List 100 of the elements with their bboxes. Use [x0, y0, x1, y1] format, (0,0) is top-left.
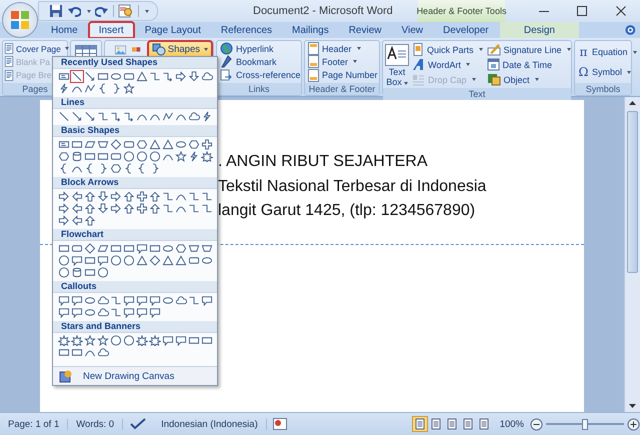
- rectangle-shape-icon[interactable]: [84, 267, 96, 278]
- ribbon-tab[interactable]: Page Layout: [136, 22, 210, 38]
- ribbon-button[interactable]: Date & Time: [486, 58, 571, 71]
- callout-shape-icon[interactable]: [174, 335, 186, 346]
- triangle-shape-icon[interactable]: [174, 255, 186, 266]
- elbow-connector-shape-icon[interactable]: [200, 203, 212, 214]
- triangle-shape-icon[interactable]: [162, 139, 174, 150]
- oval-shape-icon[interactable]: [84, 307, 96, 318]
- ribbon-tab[interactable]: Design: [500, 22, 580, 38]
- up-arrow-shape-icon[interactable]: [148, 191, 160, 202]
- oval-shape-icon[interactable]: [162, 243, 174, 254]
- ribbon-button[interactable]: Quick Parts: [412, 43, 483, 56]
- scrollbar[interactable]: [624, 97, 640, 412]
- callout-shape-icon[interactable]: [70, 307, 82, 318]
- ribbon-button[interactable]: Object: [486, 73, 571, 86]
- elbow-connector-shape-icon[interactable]: [162, 203, 174, 214]
- text-box-shape-icon[interactable]: [58, 139, 70, 150]
- down-arrow-shape-icon[interactable]: [96, 191, 108, 202]
- line-shape-icon[interactable]: [70, 71, 82, 82]
- zoom-level[interactable]: 100%: [500, 418, 524, 430]
- elbow-connector-shape-icon[interactable]: [188, 191, 200, 202]
- circle-shape-icon[interactable]: [136, 151, 148, 162]
- oval-shape-icon[interactable]: [174, 139, 186, 150]
- cloud-shape-icon[interactable]: [200, 71, 212, 82]
- ribbon-tab[interactable]: Home: [42, 22, 87, 38]
- triangle-shape-icon[interactable]: [136, 71, 148, 82]
- help-icon[interactable]: [625, 24, 636, 36]
- elbow-connector-shape-icon[interactable]: [110, 307, 122, 318]
- ribbon-tab[interactable]: References: [212, 22, 282, 38]
- circle-shape-icon[interactable]: [110, 335, 122, 346]
- hexagon-shape-icon[interactable]: [58, 151, 70, 162]
- triangle-shape-icon[interactable]: [162, 255, 174, 266]
- print-preview-icon[interactable]: [118, 4, 134, 18]
- line-shape-icon[interactable]: [58, 111, 70, 122]
- zoom-out-icon[interactable]: [530, 418, 543, 430]
- up-arrow-shape-icon[interactable]: [84, 191, 96, 202]
- cylinder-shape-icon[interactable]: [70, 267, 82, 278]
- parallelogram-shape-icon[interactable]: [84, 139, 96, 150]
- elbow-connector-shape-icon[interactable]: [188, 203, 200, 214]
- up-arrow-shape-icon[interactable]: [148, 203, 160, 214]
- callout-shape-icon[interactable]: [122, 295, 134, 306]
- cloud-shape-icon[interactable]: [174, 295, 186, 306]
- parallelogram-shape-icon[interactable]: [96, 243, 108, 254]
- oval-shape-icon[interactable]: [200, 255, 212, 266]
- star-shape-icon[interactable]: [174, 151, 186, 162]
- macro-icon[interactable]: [272, 418, 287, 430]
- down-arrow-shape-icon[interactable]: [188, 71, 200, 82]
- trapezoid-shape-icon[interactable]: [188, 243, 200, 254]
- ribbon-button[interactable]: Footer: [308, 55, 358, 68]
- rounded-rectangle-shape-icon[interactable]: [110, 151, 122, 162]
- star-shape-icon[interactable]: [84, 335, 96, 346]
- arrow-shape-icon[interactable]: [84, 111, 96, 122]
- rectangle-shape-icon[interactable]: [58, 347, 70, 358]
- ribbon-tab[interactable]: Developer: [434, 22, 498, 38]
- up-arrow-shape-icon[interactable]: [122, 191, 134, 202]
- callout-shape-icon[interactable]: [96, 255, 108, 266]
- callout-shape-icon[interactable]: [136, 243, 148, 254]
- save-icon[interactable]: [49, 4, 63, 18]
- cloud-shape-icon[interactable]: [96, 307, 108, 318]
- callout-shape-icon[interactable]: [200, 295, 212, 306]
- text-box-button[interactable]: Text Box: [385, 42, 409, 87]
- shapes-button[interactable]: Shapes: [148, 42, 211, 57]
- trapezoid-shape-icon[interactable]: [200, 243, 212, 254]
- scroll-thumb[interactable]: [627, 111, 638, 273]
- cloud-shape-icon[interactable]: [96, 295, 108, 306]
- oval-shape-icon[interactable]: [110, 71, 122, 82]
- right-arrow-shape-icon[interactable]: [174, 71, 186, 82]
- ribbon-button[interactable]: Hyperlink: [220, 42, 274, 56]
- view-button[interactable]: [412, 416, 428, 432]
- callout-shape-icon[interactable]: [136, 295, 148, 306]
- callout-shape-icon[interactable]: [136, 307, 148, 318]
- circle-shape-icon[interactable]: [122, 255, 134, 266]
- arrow-shape-icon[interactable]: [70, 111, 82, 122]
- freeform-shape-icon[interactable]: [84, 83, 96, 94]
- right-arrow-shape-icon[interactable]: [58, 191, 70, 202]
- slider-thumb[interactable]: [582, 418, 588, 430]
- left-arrow-shape-icon[interactable]: [70, 203, 82, 214]
- right-arrow-shape-icon[interactable]: [58, 215, 70, 226]
- burst-shape-icon[interactable]: [148, 335, 160, 346]
- callout-shape-icon[interactable]: [148, 307, 160, 318]
- rounded-rectangle-shape-icon[interactable]: [188, 255, 200, 266]
- circle-shape-icon[interactable]: [58, 267, 70, 278]
- ribbon-button[interactable]: Ω Symbol: [578, 66, 632, 78]
- ribbon-tab[interactable]: Mailings: [283, 22, 338, 38]
- arrow-shape-icon[interactable]: [84, 71, 96, 82]
- left-arrow-shape-icon[interactable]: [70, 191, 82, 202]
- callout-shape-icon[interactable]: [162, 335, 174, 346]
- elbow-connector-shape-icon[interactable]: [96, 111, 108, 122]
- ribbon-tab[interactable]: Review: [340, 22, 390, 38]
- freeform-shape-icon[interactable]: [162, 111, 174, 122]
- text-box-shape-icon[interactable]: [58, 71, 70, 82]
- oval-shape-icon[interactable]: [162, 295, 174, 306]
- proofing-icon[interactable]: [129, 417, 148, 431]
- elbow-connector-shape-icon[interactable]: [162, 191, 174, 202]
- callout-shape-icon[interactable]: [148, 295, 160, 306]
- up-arrow-shape-icon[interactable]: [122, 203, 134, 214]
- word-count[interactable]: Words: 0: [68, 418, 124, 430]
- lightning-shape-icon[interactable]: [58, 83, 70, 94]
- callout-shape-icon[interactable]: [70, 295, 82, 306]
- rectangle-shape-icon[interactable]: [148, 243, 160, 254]
